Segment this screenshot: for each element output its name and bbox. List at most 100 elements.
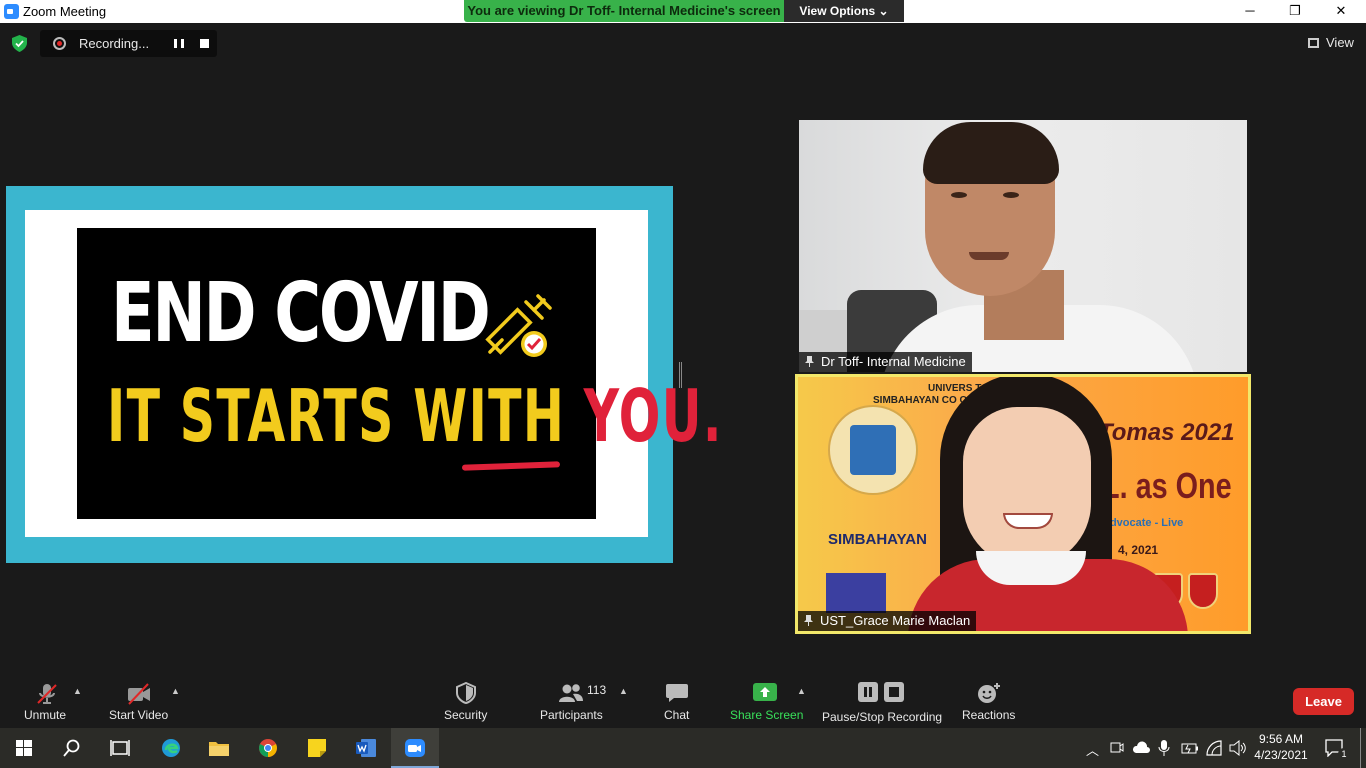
left-eye [951,192,967,198]
grid-view-icon [1308,38,1319,48]
taskbar-search-button[interactable] [48,728,96,768]
window-title: Zoom Meeting [23,4,107,19]
task-view-icon [110,740,130,756]
sticky-notes-icon [308,739,326,757]
battery-icon[interactable] [1181,741,1199,755]
chrome-browser-icon [259,739,277,757]
recording-dot-icon [53,37,66,50]
muted-microphone-icon [37,684,57,704]
security-label: Security [444,708,488,722]
pause-recording-icon[interactable] [174,39,184,48]
university-seal-logo [828,405,918,495]
leave-meeting-button[interactable]: Leave [1293,688,1354,715]
right-eye [1003,192,1019,198]
wifi-icon[interactable] [1206,740,1222,756]
syringe-icon [485,294,552,357]
view-options-button[interactable]: View Options ⌄ [784,0,904,22]
bg-year-text: Tomas 2021 [1098,419,1235,446]
meeting-controls-toolbar: Unmute ▲ Start Video ▲ Security 113 Part… [0,672,1366,728]
participant-name-label: UST_Grace Marie Maclan [798,611,977,631]
pause-stop-icon [858,682,904,702]
chat-label: Chat [664,708,690,722]
poster-subline-prefix: IT STARTS WITH [107,374,584,458]
clock-time: 9:56 AM [1258,732,1304,746]
simbahayan-logo-text: SIMBAHAYAN [828,531,927,548]
security-shield-icon [456,682,476,704]
taskbar-edge[interactable] [147,728,195,768]
crest-logo [1188,573,1218,609]
view-layout-button[interactable]: View [1300,31,1360,55]
recording-label: Recording... [79,36,150,51]
unmute-label: Unmute [24,708,67,722]
viewing-screen-message: You are viewing Dr Toff- Internal Medici… [467,3,781,18]
shirt-collar [976,551,1086,585]
unmute-button[interactable]: Unmute [22,672,72,728]
encryption-shield-icon[interactable] [12,35,27,52]
bg-advocate-text: Advocate - Live [1102,517,1184,529]
search-icon [63,739,80,757]
participant-face [963,407,1091,567]
clock-date: 4/23/2021 [1254,748,1308,762]
reactions-button[interactable]: Reactions [961,672,1015,728]
bg-date-text: 4, 2021 [1118,543,1159,557]
zoom-icon [405,739,425,757]
task-view-button[interactable] [96,728,144,768]
pause-stop-recording-button[interactable]: Pause/Stop Recording [821,672,943,728]
chat-button[interactable]: Chat [662,672,692,728]
start-video-label: Start Video [109,708,169,722]
taskbar-sticky-notes[interactable] [293,728,341,768]
share-screen-button[interactable]: Share Screen [729,672,804,728]
poster-underline [461,461,561,471]
chat-bubble-icon [666,684,688,702]
split-view-divider-handle[interactable] [679,362,682,388]
taskbar-zoom[interactable] [391,728,439,768]
windows-taskbar: ︿ 9:56 AM 4/23/2021 1 [0,728,1366,768]
onedrive-cloud-icon[interactable] [1132,741,1150,755]
start-button[interactable] [0,728,48,768]
bg-poster-image [826,573,886,613]
shared-slide: END COVID IT STARTS WITH YOU. [25,210,721,537]
share-options-chevron-icon[interactable]: ▲ [797,686,806,696]
word-icon [356,739,376,757]
windows-logo-icon [16,740,32,756]
pin-icon [804,615,813,626]
recording-indicator: Recording... [40,30,217,57]
close-button[interactable]: ✕ [1318,0,1364,23]
taskbar-chrome[interactable] [244,728,292,768]
show-desktop-button[interactable] [1360,728,1361,768]
taskbar-file-explorer[interactable] [195,728,243,768]
meet-now-icon[interactable] [1110,740,1124,756]
taskbar-word[interactable] [342,728,390,768]
bg-tagline: L. as One [1102,465,1232,506]
restore-button[interactable]: ❐ [1272,0,1318,23]
participants-label: Participants [540,708,603,722]
pause-stop-recording-label: Pause/Stop Recording [822,710,943,724]
security-button[interactable]: Security [443,672,489,728]
microphone-in-use-icon[interactable] [1158,739,1170,757]
mouth [969,252,1009,260]
stop-recording-icon[interactable] [200,39,209,48]
participant-hair [923,122,1059,184]
participant-name-label: Dr Toff- Internal Medicine [799,352,972,372]
volume-icon[interactable] [1229,740,1247,756]
folder-icon [209,742,229,756]
start-video-button[interactable]: Start Video [108,672,170,728]
poster-headline: END COVID [111,266,491,361]
show-hidden-icons-chevron-icon[interactable]: ︿ [1086,740,1099,759]
video-tile-dr-toff[interactable]: Dr Toff- Internal Medicine [799,120,1247,372]
poster-subline: IT STARTS WITH YOU. [107,374,723,458]
viewing-screen-banner: You are viewing Dr Toff- Internal Medici… [464,0,904,22]
minimize-button[interactable]: ─ [1227,0,1273,23]
zoom-app-icon [4,4,19,19]
system-clock[interactable]: 9:56 AM 4/23/2021 [1251,731,1311,763]
edge-browser-icon [162,739,180,757]
participants-button[interactable]: 113 Participants [539,672,609,728]
participants-options-chevron-icon[interactable]: ▲ [619,686,628,696]
video-tile-grace-marie[interactable]: UNIVERS TOMAS SIMBAHAYAN CO OPMENT OFFIC… [795,374,1251,634]
shared-screen: END COVID IT STARTS WITH YOU. [6,186,721,563]
participant-name: UST_Grace Marie Maclan [820,613,971,628]
video-options-chevron-icon[interactable]: ▲ [171,686,180,696]
participant-count-badge: 113 [587,683,607,697]
share-screen-label: Share Screen [730,708,804,722]
audio-options-chevron-icon[interactable]: ▲ [73,686,82,696]
